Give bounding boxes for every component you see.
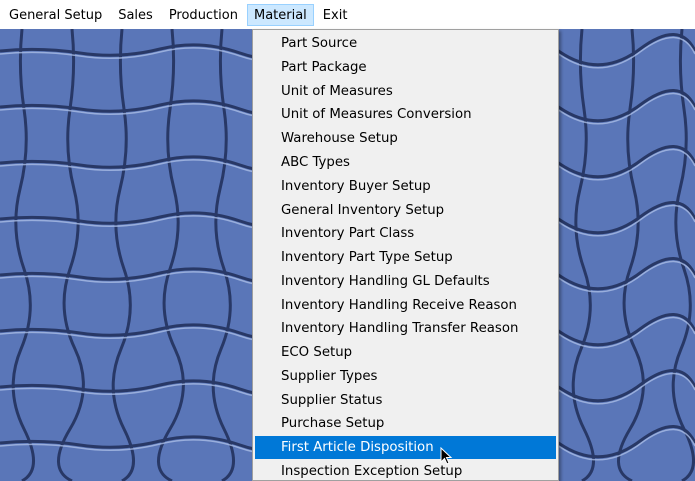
menu-item-inventory-handling-receive-reason[interactable]: Inventory Handling Receive Reason bbox=[255, 294, 556, 317]
menu-sales[interactable]: Sales bbox=[111, 4, 160, 26]
menu-item-first-article-disposition[interactable]: First Article Disposition bbox=[255, 436, 556, 459]
menu-item-warehouse-setup[interactable]: Warehouse Setup bbox=[255, 127, 556, 150]
menu-item-supplier-status[interactable]: Supplier Status bbox=[255, 389, 556, 412]
menu-item-supplier-types[interactable]: Supplier Types bbox=[255, 365, 556, 388]
menu-item-abc-types[interactable]: ABC Types bbox=[255, 151, 556, 174]
menu-material[interactable]: Material bbox=[246, 3, 314, 26]
material-dropdown-menu: Part Source Part Package Unit of Measure… bbox=[252, 29, 559, 481]
menu-production[interactable]: Production bbox=[162, 4, 245, 26]
menu-item-unit-of-measures-conversion[interactable]: Unit of Measures Conversion bbox=[255, 103, 556, 126]
menu-item-inventory-buyer-setup[interactable]: Inventory Buyer Setup bbox=[255, 175, 556, 198]
menu-item-inventory-handling-transfer-reason[interactable]: Inventory Handling Transfer Reason bbox=[255, 317, 556, 340]
menu-bar: General Setup Sales Production Material … bbox=[0, 0, 695, 29]
menu-item-inventory-handling-gl-defaults[interactable]: Inventory Handling GL Defaults bbox=[255, 270, 556, 293]
menu-exit[interactable]: Exit bbox=[316, 4, 355, 26]
menu-item-eco-setup[interactable]: ECO Setup bbox=[255, 341, 556, 364]
menu-item-inventory-part-class[interactable]: Inventory Part Class bbox=[255, 222, 556, 245]
menu-item-part-package[interactable]: Part Package bbox=[255, 56, 556, 79]
menu-item-part-source[interactable]: Part Source bbox=[255, 32, 556, 55]
menu-item-inventory-part-type-setup[interactable]: Inventory Part Type Setup bbox=[255, 246, 556, 269]
menu-item-unit-of-measures[interactable]: Unit of Measures bbox=[255, 80, 556, 103]
menu-item-inspection-exception-setup[interactable]: Inspection Exception Setup bbox=[255, 460, 556, 480]
menu-item-purchase-setup[interactable]: Purchase Setup bbox=[255, 412, 556, 435]
menu-item-general-inventory-setup[interactable]: General Inventory Setup bbox=[255, 199, 556, 222]
menu-general-setup[interactable]: General Setup bbox=[2, 4, 109, 26]
arrow-cursor-icon bbox=[440, 447, 453, 465]
